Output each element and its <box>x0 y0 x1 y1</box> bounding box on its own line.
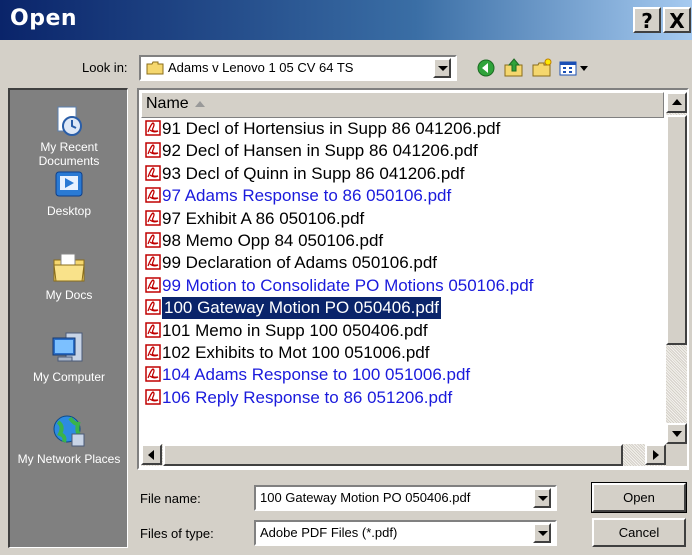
horizontal-scroll-thumb[interactable] <box>163 444 623 466</box>
pdf-file-icon <box>145 344 161 360</box>
file-row-selected[interactable]: 100 Gateway Motion PO 050406.pdf <box>141 296 664 321</box>
my-computer-icon <box>52 332 83 362</box>
my-documents-icon <box>53 253 85 282</box>
pdf-file-icon <box>145 120 161 136</box>
places-bar: My Recent Documents Desktop My Docs My C… <box>8 88 128 548</box>
pdf-file-icon <box>145 142 161 159</box>
file-row[interactable]: 104 Adams Response to 100 051006.pdf <box>141 364 664 386</box>
column-header-name[interactable]: Name <box>141 92 664 118</box>
look-in-combo[interactable]: Adams v Lenovo 1 05 CV 64 TS <box>139 55 457 81</box>
open-button[interactable]: Open <box>591 482 687 513</box>
column-header-label: Name <box>146 95 189 112</box>
place-label: Desktop <box>46 204 92 218</box>
file-rows: 91 Decl of Hortensius in Supp 86 041206.… <box>141 118 664 409</box>
new-folder-icon[interactable] <box>531 57 553 79</box>
file-name-text: 104 Adams Response to 100 051006.pdf <box>162 365 471 385</box>
place-label: My Computer <box>32 370 106 384</box>
pdf-file-icon <box>145 187 161 203</box>
pdf-file-icon <box>145 254 161 271</box>
view-menu-icon[interactable] <box>558 57 590 79</box>
pdf-file-icon <box>145 299 161 315</box>
file-row[interactable]: 97 Adams Response to 86 050106.pdf <box>141 185 664 207</box>
window-title: Open <box>10 6 78 31</box>
scrollbar-corner <box>666 444 687 466</box>
scroll-up-button[interactable] <box>666 92 687 113</box>
file-name-dropdown-button[interactable] <box>533 488 551 508</box>
file-list[interactable]: Name 91 Decl of Hortensius in Supp 86 04… <box>137 88 689 470</box>
place-label: My Recent Documents <box>38 140 100 168</box>
place-label: My Docs <box>45 288 93 302</box>
file-name-text: 98 Memo Opp 84 050106.pdf <box>162 230 384 250</box>
file-name-text: 101 Memo in Supp 100 050406.pdf <box>162 320 428 340</box>
vertical-scroll-thumb[interactable] <box>666 115 687 345</box>
file-name-input[interactable] <box>260 490 520 505</box>
scroll-down-button[interactable] <box>666 423 687 444</box>
file-name-text: 102 Exhibits to Mot 100 051006.pdf <box>162 342 430 362</box>
file-name-text: 99 Motion to Consolidate PO Motions 0501… <box>162 275 534 295</box>
file-name-text: 100 Gateway Motion PO 050406.pdf <box>160 296 443 321</box>
close-button[interactable]: X <box>663 7 691 33</box>
help-button[interactable]: ? <box>633 7 661 33</box>
arrow-left-icon <box>148 450 154 460</box>
file-row[interactable]: 102 Exhibits to Mot 100 051006.pdf <box>141 342 664 364</box>
network-places-icon <box>53 415 85 447</box>
place-network[interactable]: My Network Places <box>10 412 128 466</box>
file-name-text: 97 Exhibit A 86 050106.pdf <box>162 208 365 228</box>
desktop-icon <box>55 171 83 197</box>
file-name-text: 97 Adams Response to 86 050106.pdf <box>162 186 452 206</box>
place-my-computer[interactable]: My Computer <box>10 330 128 384</box>
file-row[interactable]: 106 Reply Response to 86 051206.pdf <box>141 387 664 409</box>
file-name-text: 106 Reply Response to 86 051206.pdf <box>162 387 453 407</box>
arrow-down-icon <box>672 431 682 437</box>
file-name-label: File name: <box>140 491 201 506</box>
file-name-text: 93 Decl of Quinn in Supp 86 041206.pdf <box>162 163 465 183</box>
arrow-right-icon <box>653 450 659 460</box>
up-folder-icon[interactable] <box>503 57 525 79</box>
file-row[interactable]: 101 Memo in Supp 100 050406.pdf <box>141 320 664 342</box>
file-type-value: Adobe PDF Files (*.pdf) <box>260 525 398 540</box>
pdf-file-icon <box>145 232 161 248</box>
cancel-button[interactable]: Cancel <box>592 518 686 547</box>
file-row[interactable]: 93 Decl of Quinn in Supp 86 041206.pdf <box>141 163 664 185</box>
file-row[interactable]: 97 Exhibit A 86 050106.pdf <box>141 208 664 230</box>
pdf-file-icon <box>145 321 161 338</box>
back-icon[interactable] <box>475 57 497 79</box>
file-row[interactable]: 99 Motion to Consolidate PO Motions 0501… <box>141 275 664 297</box>
file-type-dropdown-button[interactable] <box>533 523 551 543</box>
place-desktop[interactable]: Desktop <box>10 168 128 218</box>
file-name-text: 92 Decl of Hansen in Supp 86 041206.pdf <box>162 141 478 161</box>
file-row[interactable]: 99 Declaration of Adams 050106.pdf <box>141 252 664 274</box>
horizontal-scrollbar[interactable] <box>141 444 666 466</box>
place-recent-documents[interactable]: My Recent Documents <box>10 104 128 168</box>
file-type-label: Files of type: <box>140 526 214 541</box>
file-name-combo[interactable] <box>254 485 557 511</box>
file-name-text: 91 Decl of Hortensius in Supp 86 041206.… <box>162 119 501 138</box>
look-in-label: Look in: <box>82 60 128 75</box>
place-label: My Network Places <box>17 452 121 466</box>
pdf-file-icon <box>145 209 161 226</box>
look-in-dropdown-button[interactable] <box>433 58 451 78</box>
pdf-file-icon <box>145 388 161 405</box>
vertical-scrollbar[interactable] <box>666 92 687 444</box>
title-bar: Open ? X <box>0 0 692 40</box>
recent-documents-icon <box>57 106 82 136</box>
pdf-file-icon <box>145 165 161 181</box>
place-my-docs[interactable]: My Docs <box>10 250 128 302</box>
look-in-value: Adams v Lenovo 1 05 CV 64 TS <box>168 60 354 75</box>
file-row[interactable]: 92 Decl of Hansen in Supp 86 041206.pdf <box>141 140 664 162</box>
file-type-select[interactable]: Adobe PDF Files (*.pdf) <box>254 520 557 546</box>
file-name-text: 99 Declaration of Adams 050106.pdf <box>162 253 438 273</box>
file-row[interactable]: 98 Memo Opp 84 050106.pdf <box>141 230 664 252</box>
file-row[interactable]: 91 Decl of Hortensius in Supp 86 041206.… <box>141 118 664 140</box>
pdf-file-icon <box>145 366 161 383</box>
sort-ascending-icon <box>194 100 205 107</box>
scroll-left-button[interactable] <box>141 444 162 465</box>
pdf-file-icon <box>145 276 161 293</box>
folder-icon <box>146 61 164 75</box>
scroll-right-button[interactable] <box>645 444 666 465</box>
arrow-up-icon <box>672 99 682 105</box>
